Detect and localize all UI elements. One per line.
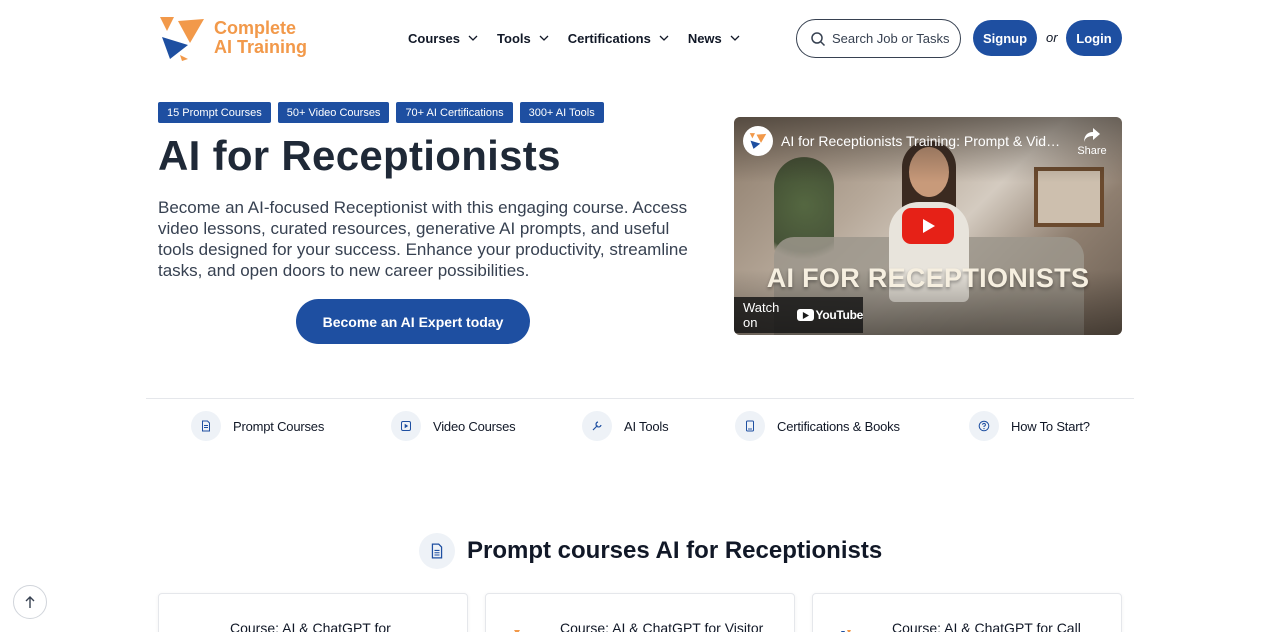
nav-tools[interactable]: Tools [497,26,550,50]
wrench-icon [582,411,612,441]
question-icon [969,411,999,441]
login-button[interactable]: Login [1066,20,1122,56]
chevron-down-icon [468,35,478,41]
play-button[interactable] [902,208,954,244]
chevron-down-icon [659,35,669,41]
category-how-to-start[interactable]: How To Start? [969,410,1090,442]
nav-news-label: News [687,30,722,46]
signup-button[interactable]: Signup [973,20,1037,56]
course-card[interactable]: Course: AI & ChatGPT for Visitor [485,593,795,632]
course-thumbnail-icon [841,630,851,632]
youtube-label: YouTube [815,308,864,322]
category-certifications-books[interactable]: Certifications & Books [735,410,900,442]
youtube-logo: YouTube [796,308,864,322]
category-prompt-courses[interactable]: Prompt Courses [191,410,324,442]
section-divider [146,398,1134,399]
document-icon [419,533,455,569]
category-ai-tools[interactable]: AI Tools [582,410,669,442]
search-icon [811,31,826,46]
share-icon [1084,128,1100,142]
chevron-down-icon [539,35,549,41]
category-nav: Prompt Courses Video Courses AI Tools Ce… [0,410,1280,444]
badge-ai-tools: 300+ AI Tools [519,102,604,123]
category-video-courses-label: Video Courses [433,418,516,434]
logo-line2: AI Training [214,37,308,57]
course-card-title[interactable]: Course: AI & ChatGPT for [230,620,391,632]
course-card[interactable]: Course: AI & ChatGPT for [158,593,468,632]
site-header: Complete AI Training Courses Tools Certi… [0,0,1280,78]
book-icon [735,411,765,441]
category-video-courses[interactable]: Video Courses [391,410,516,442]
category-prompt-courses-label: Prompt Courses [233,418,325,434]
badge-video-courses: 50+ Video Courses [277,102,390,123]
play-icon [391,411,421,441]
badge-certifications: 70+ AI Certifications [396,102,513,123]
arrow-up-icon [25,596,35,608]
course-thumbnail-icon [514,630,520,632]
play-icon [923,219,935,233]
channel-avatar[interactable] [743,126,773,156]
watch-on-label: Watch on [743,300,780,330]
course-card[interactable]: Course: AI & ChatGPT for Call [812,593,1122,632]
stat-badges: 15 Prompt Courses 50+ Video Courses 70+ … [158,102,604,123]
video-overlay-text: AI FOR RECEPTIONISTS [766,263,1090,293]
channel-logo-icon [749,133,767,149]
section-title: Prompt courses AI for Receptionists [467,537,883,564]
prompt-courses-heading: Prompt courses AI for Receptionists [419,533,882,569]
hero-description: Become an AI-focused Receptionist with t… [158,198,688,280]
watch-on-youtube[interactable]: Watch on YouTube [734,297,863,333]
video-embed[interactable]: AI for Receptionists Training: Prompt & … [734,117,1122,335]
course-card-title[interactable]: Course: AI & ChatGPT for Visitor [560,620,763,632]
logo-text: Complete AI Training [214,19,307,57]
nav-tools-label: Tools [497,30,531,46]
page-title: AI for Receptionists [158,132,561,179]
become-expert-button[interactable]: Become an AI Expert today [296,299,530,344]
category-certifications-label: Certifications & Books [777,418,900,434]
nav-courses[interactable]: Courses [408,26,479,50]
chevron-down-icon [730,35,740,41]
youtube-play-icon [796,309,814,321]
search-input[interactable] [832,31,952,46]
or-text: or [1046,30,1058,45]
nav-news[interactable]: News [688,26,741,50]
share-button[interactable]: Share [1072,127,1112,157]
logo-line1: Complete [214,18,297,38]
course-card-title[interactable]: Course: AI & ChatGPT for Call [892,620,1081,632]
nav-certifications-label: Certifications [567,30,651,46]
share-label: Share [1077,145,1107,157]
main-nav: Courses Tools Certifications News [408,26,759,50]
category-how-to-start-label: How To Start? [1011,418,1090,434]
badge-prompt-courses: 15 Prompt Courses [158,102,271,123]
nav-certifications[interactable]: Certifications [568,26,670,50]
document-icon [191,411,221,441]
video-title[interactable]: AI for Receptionists Training: Prompt & … [781,133,1066,149]
nav-courses-label: Courses [408,30,461,46]
search-box[interactable] [796,19,961,58]
back-to-top-button[interactable] [13,585,47,619]
category-ai-tools-label: AI Tools [624,418,669,434]
site-logo[interactable]: Complete AI Training [158,14,308,62]
logo-mark-icon [160,17,204,61]
